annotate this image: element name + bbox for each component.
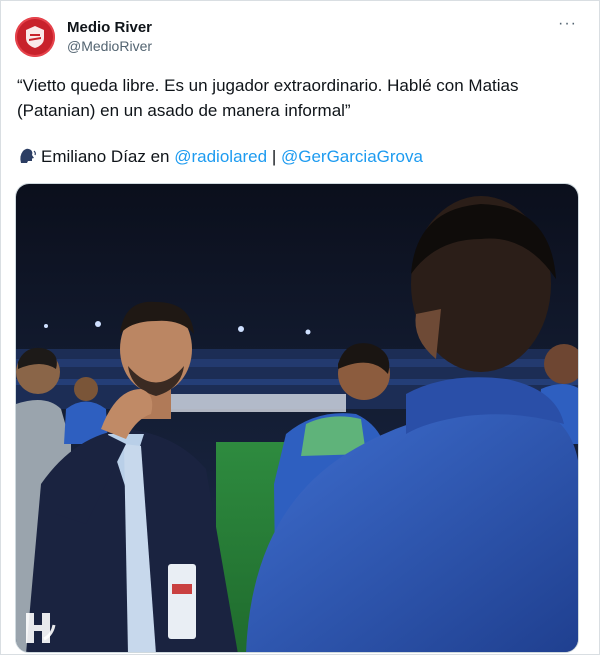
tweet-credit: Emiliano Díaz en @radiolared | @GerGarci… [17, 146, 423, 172]
tweet-card[interactable]: Medio River @MedioRiver ··· “Vietto qued… [0, 0, 600, 655]
mention-gergarciagrova[interactable]: @GerGarciaGrova [281, 147, 423, 166]
author-display-name[interactable]: Medio River [67, 19, 152, 38]
credit-prefix: Emiliano Díaz en [41, 147, 175, 166]
more-options-icon[interactable]: ··· [558, 15, 577, 33]
credit-separator: | [267, 147, 281, 166]
club-crest-icon [26, 26, 44, 48]
mention-radiolared[interactable]: @radiolared [174, 147, 267, 166]
speaking-head-icon [17, 146, 37, 172]
author-handle[interactable]: @MedioRiver [67, 38, 152, 56]
photo-illustration [16, 184, 578, 652]
tweet-text: “Vietto queda libre. Es un jugador extra… [17, 76, 519, 120]
avatar[interactable] [15, 17, 55, 57]
author-names: Medio River @MedioRiver [67, 19, 152, 55]
tweet-photo[interactable] [15, 183, 579, 653]
tweet-header: Medio River @MedioRiver [15, 15, 152, 59]
